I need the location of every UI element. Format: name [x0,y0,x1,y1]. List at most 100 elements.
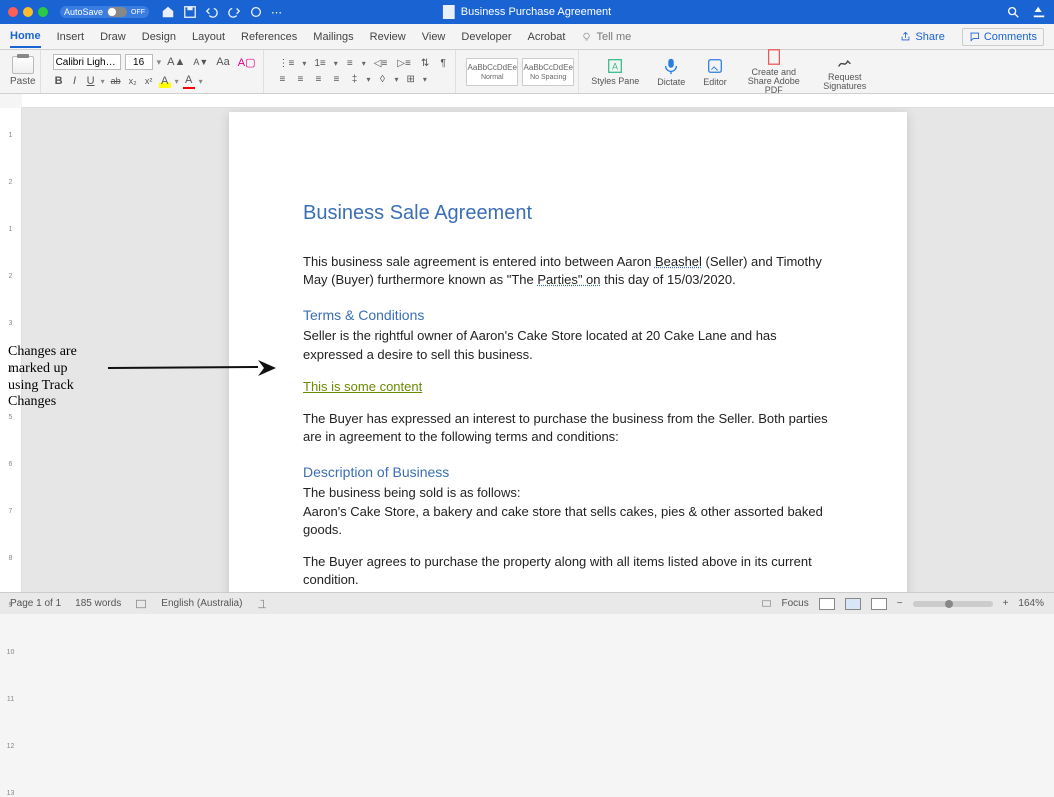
annotation-line: Changes are [8,344,108,361]
annotation-line: marked up [8,361,108,378]
dec-indent-button[interactable]: ◁≡ [372,57,390,70]
borders-button[interactable]: ⊞ [405,73,417,86]
style-normal[interactable]: AaBbCcDdEe Normal [466,58,518,86]
tab-mailings[interactable]: Mailings [313,27,353,47]
search-icon[interactable] [1006,5,1020,19]
style-name: No Spacing [530,74,566,81]
tab-design[interactable]: Design [142,27,176,47]
shading-button[interactable]: ◊ [376,73,388,86]
font-size-select[interactable] [125,54,153,70]
multilevel-button[interactable]: ≡ [344,57,356,70]
tracked-change-insertion: This is some content [303,378,422,396]
strikethrough-button[interactable]: ab [109,75,123,87]
paste-icon[interactable] [12,56,34,74]
subscript-button[interactable]: x₂ [127,75,139,87]
create-share-pdf-button[interactable]: Create and Share Adobe PDF [739,48,809,95]
document-subheading: Description of Business [303,464,833,480]
shrink-font-button[interactable]: A▼ [191,56,210,68]
undo-icon[interactable] [205,5,219,19]
comments-label: Comments [984,31,1037,43]
font-group: ▾ A▲ A▼ Aa A▢ B I U ▾ ab x₂ x² A ▾ A ▾ [47,50,265,93]
sync-icon[interactable] [249,5,263,19]
focus-label[interactable]: Focus [782,598,809,609]
underline-button[interactable]: U [85,74,97,88]
more-icon[interactable]: ⋯ [271,6,282,19]
style-nospacing[interactable]: AaBbCcDdEe No Spacing [522,58,574,86]
zoom-out-button[interactable]: − [897,598,903,609]
styles-pane-label: Styles Pane [591,77,639,86]
grammar-underline: Parties" on [537,272,600,287]
grow-font-button[interactable]: A▲ [165,55,187,69]
bullets-button[interactable]: ⋮≡ [276,57,296,70]
tab-layout[interactable]: Layout [192,27,225,47]
request-signatures-button[interactable]: Request Signatures [815,53,875,91]
font-name-select[interactable] [53,54,121,70]
page-indicator[interactable]: Page 1 of 1 [10,598,61,609]
comments-button[interactable]: Comments [962,28,1044,46]
document-title: Business Purchase Agreement [443,5,611,19]
request-sig-label: Request Signatures [821,73,869,91]
inc-indent-button[interactable]: ▷≡ [395,57,413,70]
body-text: This business sale agreement is entered … [303,254,655,269]
horizontal-ruler[interactable] [22,94,1054,108]
tab-view[interactable]: View [422,27,446,47]
document-canvas[interactable]: Business Sale Agreement This business sa… [22,108,1054,592]
justify-button[interactable]: ≡ [330,73,342,86]
handwritten-annotation: Changes are marked up using Track Change… [8,344,108,411]
share-button[interactable]: Share [893,28,951,46]
italic-button[interactable]: I [69,74,81,88]
tab-insert[interactable]: Insert [57,27,85,47]
align-center-button[interactable]: ≡ [294,73,306,86]
language-indicator[interactable]: English (Australia) [161,598,242,609]
close-window-icon[interactable] [8,7,18,17]
tab-draw[interactable]: Draw [100,27,126,47]
show-marks-button[interactable]: ¶ [437,57,449,70]
editor-button[interactable]: Editor [697,57,733,87]
status-bar: Page 1 of 1 185 words English (Australia… [0,592,1054,614]
quick-access-toolbar: ⋯ [161,5,282,19]
signature-icon [836,53,854,71]
tab-acrobat[interactable]: Acrobat [528,27,566,47]
spellcheck-status-icon[interactable] [135,598,147,610]
styles-pane-icon: A [606,57,624,75]
redo-icon[interactable] [227,5,241,19]
tab-home[interactable]: Home [10,26,41,48]
dictate-button[interactable]: Dictate [651,57,691,87]
tab-developer[interactable]: Developer [461,27,511,47]
align-right-button[interactable]: ≡ [312,73,324,86]
document-page[interactable]: Business Sale Agreement This business sa… [229,112,907,592]
ribbon-toolbar: Paste ▾ A▲ A▼ Aa A▢ B I U ▾ ab x₂ x² A ▾… [0,50,1054,94]
maximize-window-icon[interactable] [38,7,48,17]
tell-me-search[interactable]: Tell me [581,31,631,43]
styles-pane-button[interactable]: A Styles Pane [585,57,645,86]
superscript-button[interactable]: x² [143,75,155,87]
save-icon[interactable] [183,5,197,19]
word-count[interactable]: 185 words [75,598,121,609]
font-color-button[interactable]: A [183,73,195,89]
bold-button[interactable]: B [53,74,65,88]
minimize-window-icon[interactable] [23,7,33,17]
change-case-button[interactable]: Aa [214,55,231,69]
numbering-button[interactable]: 1≡ [312,57,327,70]
home-icon[interactable] [161,5,175,19]
zoom-in-button[interactable]: + [1003,598,1009,609]
line-spacing-button[interactable]: ‡ [348,73,360,86]
tab-references[interactable]: References [241,27,297,47]
annotation-line: using Track [8,378,108,395]
bulb-icon [581,31,592,42]
tab-review[interactable]: Review [370,27,406,47]
align-left-button[interactable]: ≡ [276,73,288,86]
sort-button[interactable]: ⇅ [419,57,431,70]
zoom-level[interactable]: 164% [1018,598,1044,609]
print-layout-button[interactable] [845,598,861,610]
highlight-button[interactable]: A [159,74,171,88]
accessibility-icon[interactable] [256,598,268,610]
web-layout-button[interactable] [871,598,887,610]
ribbon-options-icon[interactable] [1032,5,1046,19]
read-mode-button[interactable] [819,598,835,610]
autosave-toggle[interactable]: AutoSave OFF [60,6,149,18]
editor-label: Editor [703,77,727,87]
clear-format-button[interactable]: A▢ [236,55,258,70]
document-title-text: Business Purchase Agreement [461,6,611,18]
svg-text:A: A [612,62,618,72]
